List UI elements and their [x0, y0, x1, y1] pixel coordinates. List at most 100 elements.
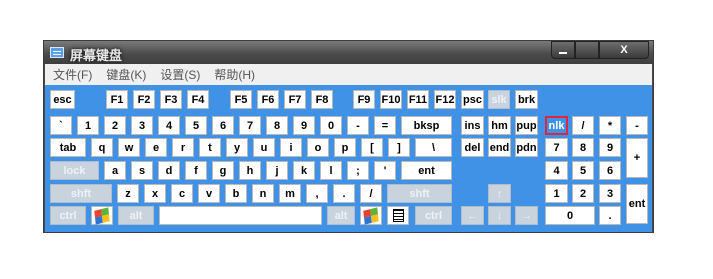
key-q[interactable]: q [91, 138, 113, 157]
key-minus[interactable]: - [347, 116, 369, 135]
key-windows[interactable] [91, 206, 113, 225]
key-k[interactable]: k [293, 161, 315, 180]
key-2[interactable]: 2 [104, 116, 126, 135]
key-5[interactable]: 5 [572, 161, 594, 180]
key-u[interactable]: u [253, 138, 275, 157]
key-f11[interactable]: F11 [407, 90, 429, 109]
key-f3[interactable]: F3 [160, 90, 182, 109]
key-up-arrow[interactable]: ↑ [488, 184, 511, 203]
key-alt[interactable]: alt [118, 206, 154, 225]
key-t[interactable]: t [199, 138, 221, 157]
menu-settings[interactable]: 设置(S) [154, 66, 206, 83]
key-7[interactable]: 7 [239, 116, 261, 135]
key-ent[interactable]: ent [401, 161, 452, 180]
key-b[interactable]: b [225, 184, 247, 203]
key-esc[interactable]: esc [50, 90, 75, 109]
key-2[interactable]: 2 [572, 184, 594, 203]
key-f9[interactable]: F9 [353, 90, 375, 109]
key-l[interactable]: l [320, 161, 342, 180]
key-hm[interactable]: hm [488, 116, 511, 135]
key-n[interactable]: n [252, 184, 274, 203]
key-f[interactable]: f [185, 161, 207, 180]
key-r[interactable]: r [172, 138, 194, 157]
key-nlk[interactable]: nlk [545, 116, 568, 135]
key-0[interactable]: 0 [545, 206, 595, 225]
close-button[interactable]: X [599, 41, 649, 59]
key-6[interactable]: 6 [599, 161, 621, 180]
menu-help[interactable]: 帮助(H) [208, 66, 261, 83]
key-del[interactable]: del [461, 138, 484, 157]
key-1[interactable]: 1 [545, 184, 568, 203]
key-h[interactable]: h [239, 161, 261, 180]
key-e[interactable]: e [145, 138, 167, 157]
key-ctrl[interactable]: ctrl [50, 206, 86, 225]
key-a[interactable]: a [104, 161, 126, 180]
key-7[interactable]: 7 [545, 138, 568, 157]
key-space[interactable] [159, 206, 322, 225]
key-equals[interactable]: = [374, 116, 396, 135]
key-asterisk[interactable]: * [599, 116, 621, 135]
key-slash[interactable]: / [360, 184, 382, 203]
key-f12[interactable]: F12 [434, 90, 456, 109]
key-ctrl[interactable]: ctrl [415, 206, 452, 225]
key-right-bracket[interactable]: ] [388, 138, 410, 157]
key-3[interactable]: 3 [131, 116, 153, 135]
key-j[interactable]: j [266, 161, 288, 180]
key-pdn[interactable]: pdn [515, 138, 538, 157]
key-g[interactable]: g [212, 161, 234, 180]
key-shft[interactable]: shft [387, 184, 452, 203]
key-f5[interactable]: F5 [230, 90, 252, 109]
key-left-bracket[interactable]: [ [361, 138, 383, 157]
key-windows[interactable] [360, 206, 382, 225]
key-9[interactable]: 9 [293, 116, 315, 135]
key-right-arrow[interactable]: → [515, 206, 538, 225]
key-p[interactable]: p [334, 138, 356, 157]
key-plus[interactable]: + [626, 138, 648, 178]
key-d[interactable]: d [158, 161, 180, 180]
key-f6[interactable]: F6 [257, 90, 279, 109]
key-bksp[interactable]: bksp [401, 116, 452, 135]
key-1[interactable]: 1 [77, 116, 99, 135]
key-slash[interactable]: / [572, 116, 594, 135]
key-left-arrow[interactable]: ← [461, 206, 484, 225]
key-f2[interactable]: F2 [133, 90, 155, 109]
key-alt[interactable]: alt [327, 206, 355, 225]
key-psc[interactable]: psc [461, 90, 484, 109]
key-brk[interactable]: brk [515, 90, 538, 109]
key-comma[interactable]: , [306, 184, 328, 203]
key-f1[interactable]: F1 [106, 90, 128, 109]
menu-file[interactable]: 文件(F) [47, 66, 98, 83]
key-end[interactable]: end [488, 138, 511, 157]
key-s[interactable]: s [131, 161, 153, 180]
key-4[interactable]: 4 [545, 161, 568, 180]
key-tab[interactable]: tab [50, 138, 86, 157]
key-f10[interactable]: F10 [380, 90, 402, 109]
key-lock[interactable]: lock [50, 161, 99, 180]
key-f7[interactable]: F7 [284, 90, 306, 109]
minimize-button[interactable] [551, 41, 575, 59]
key-m[interactable]: m [279, 184, 301, 203]
key-o[interactable]: o [307, 138, 329, 157]
key-z[interactable]: z [117, 184, 139, 203]
key-6[interactable]: 6 [212, 116, 234, 135]
key-8[interactable]: 8 [572, 138, 594, 157]
key-3[interactable]: 3 [599, 184, 621, 203]
key-semicolon[interactable]: ; [347, 161, 369, 180]
key-quote[interactable]: ' [374, 161, 396, 180]
title-bar[interactable]: 屏幕键盘 X [44, 41, 653, 64]
key-application-menu[interactable] [387, 206, 409, 225]
key-ins[interactable]: ins [461, 116, 484, 135]
key-down-arrow[interactable]: ↓ [488, 206, 511, 225]
key-5[interactable]: 5 [185, 116, 207, 135]
key-f4[interactable]: F4 [187, 90, 209, 109]
key-f8[interactable]: F8 [311, 90, 333, 109]
key-ent[interactable]: ent [626, 184, 648, 224]
key-period[interactable]: . [599, 206, 621, 225]
key-x[interactable]: x [144, 184, 166, 203]
key-minus[interactable]: - [626, 116, 648, 135]
key-8[interactable]: 8 [266, 116, 288, 135]
key-period[interactable]: . [333, 184, 355, 203]
key-i[interactable]: i [280, 138, 302, 157]
key-y[interactable]: y [226, 138, 248, 157]
key-4[interactable]: 4 [158, 116, 180, 135]
